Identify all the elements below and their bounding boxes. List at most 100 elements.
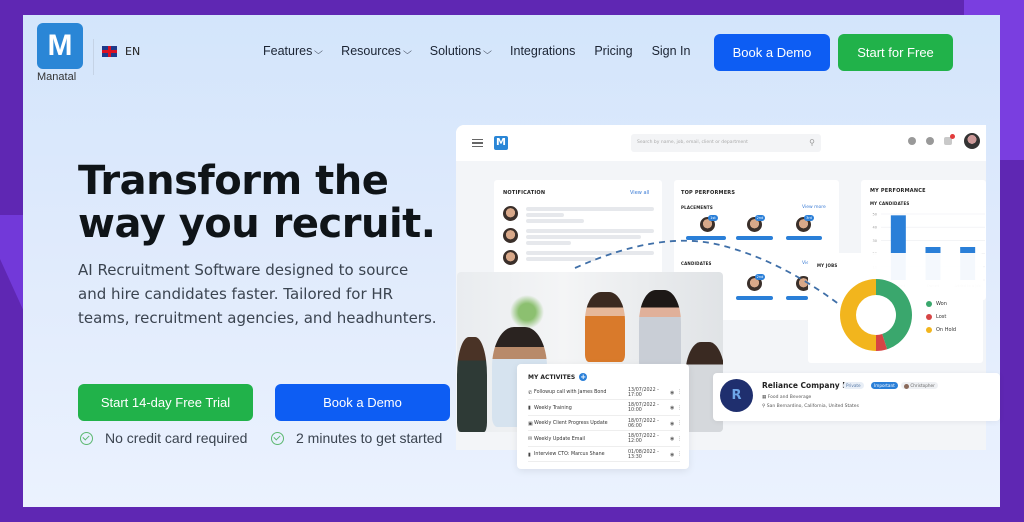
more-options-icon[interactable]: ⋮	[677, 437, 682, 442]
performer-bar	[786, 236, 822, 240]
more-options-icon[interactable]: ⋮	[677, 421, 682, 426]
chart-title: MY PERFORMANCE	[870, 188, 926, 194]
legend-dot	[926, 327, 932, 333]
rank-badge: 3rd	[804, 215, 814, 221]
performer-bar	[736, 236, 773, 240]
view-more-link[interactable]: View more	[802, 205, 826, 210]
candidates-label: CANDIDATES	[681, 261, 712, 266]
nav-item-integrations[interactable]: Integrations	[510, 44, 575, 58]
chevron-down-icon: ⌵	[314, 45, 324, 56]
y-tick-label: 40	[873, 226, 877, 230]
more-options-icon[interactable]: ⋮	[677, 390, 682, 395]
rank-badge: 2nd	[755, 215, 765, 221]
activity-date: 13/07/2022 - 17:00	[628, 387, 659, 398]
performer-bar	[736, 296, 773, 300]
card-title: TOP PERFORMERS	[681, 190, 736, 196]
nav-item-pricing[interactable]: Pricing	[594, 44, 632, 58]
donut-legend: Won Lost On Hold	[926, 301, 956, 340]
chevron-down-icon: ⌵	[402, 45, 412, 56]
activity-date: 01/08/2022 - 13:30	[628, 449, 659, 460]
performer-bar	[686, 236, 726, 240]
eye-icon[interactable]: ◉	[670, 405, 677, 411]
activity-name: Weekly Training	[534, 405, 572, 411]
owner-tag: Christopher	[901, 382, 938, 389]
private-tag: Private	[843, 382, 864, 389]
chart-title: MY JOBS	[817, 263, 838, 268]
language-code: EN	[125, 45, 141, 58]
nav-item-sign-in[interactable]: Sign In	[652, 44, 691, 58]
company-logo: R	[720, 379, 753, 412]
activity-row[interactable]: ▮ Interview CTO: Marcus Shane 01/08/2022 -…	[528, 448, 682, 462]
legend-dot	[926, 314, 932, 320]
company-industry: ▦ Food and Beverage	[762, 395, 811, 400]
activity-date: 18/07/2022 - 12:00	[628, 434, 659, 444]
start-free-button[interactable]: Start for Free	[838, 34, 953, 71]
notification-avatar	[503, 228, 518, 243]
benefit-text: No credit card required	[105, 430, 248, 446]
manatal-logo[interactable]: M	[37, 23, 83, 69]
eye-icon[interactable]: ◉	[670, 436, 677, 442]
y-tick-label: 30	[873, 239, 877, 243]
performer-bar	[786, 296, 808, 300]
activity-name: Weekly Update Email	[534, 436, 586, 442]
brand-name: Manatal	[37, 71, 77, 83]
add-icon[interactable]	[908, 137, 916, 145]
eye-icon[interactable]: ◉	[670, 421, 677, 427]
hero-title-line-2: way you recruit.	[78, 201, 436, 247]
nav-label: Sign In	[651, 44, 691, 58]
nav-label: Pricing	[594, 44, 633, 58]
chevron-down-icon: ⌵	[483, 45, 493, 56]
more-options-icon[interactable]: ⋮	[677, 406, 682, 411]
legend-dot	[926, 301, 932, 307]
activities-card: MY ACTIVITES + ✆ Followup call with James…	[517, 364, 689, 469]
start-trial-button[interactable]: Start 14-day Free Trial	[78, 384, 253, 421]
header-divider	[93, 39, 94, 75]
view-all-link[interactable]: View all	[630, 190, 649, 196]
activity-name: Interview CTO: Marcus Shane	[534, 452, 605, 457]
person-figure	[585, 292, 625, 362]
activity-row[interactable]: ✆ Followup call with James Bond 13/07/2022…	[528, 386, 682, 400]
hero-book-demo-button[interactable]: Book a Demo	[275, 384, 450, 421]
rank-badge: 2nd	[755, 274, 765, 280]
legend-label: On Hold	[936, 327, 957, 333]
notification-bell-icon[interactable]	[944, 134, 955, 145]
dashboard-search-input[interactable]: Search by name, job, email, client or de…	[631, 134, 821, 152]
nav-item-solutions[interactable]: Solutions ⌵	[430, 44, 493, 58]
my-jobs-card: MY JOBS Won Lost On Hold	[808, 253, 983, 363]
hero-title-line-1: Transform the	[78, 158, 389, 204]
activity-date: 18/07/2022 - 06:00	[628, 418, 659, 429]
plant-decoration	[507, 292, 547, 332]
owner-name: Christopher	[910, 383, 935, 388]
activity-row[interactable]: ✉ Weekly Update Email 18/07/2022 - 12:00 ◉ ⋮	[528, 433, 682, 447]
activity-row[interactable]: ▮ Weekly Training 18/07/2022 - 10:00 ◉ ⋮	[528, 402, 682, 416]
eye-icon[interactable]: ◉	[670, 452, 677, 458]
language-selector[interactable]: EN	[102, 45, 140, 58]
eye-icon[interactable]: ◉	[670, 390, 677, 396]
company-location: ⚲ San Bernardino, California, United Sta…	[762, 404, 859, 409]
jobs-donut-chart	[840, 279, 912, 351]
industry-text: Food and Beverage	[767, 395, 812, 400]
book-demo-button[interactable]: Book a Demo	[714, 34, 830, 71]
activity-name: Weekly Client Progress Update	[534, 421, 608, 426]
benefit-quick-start: 2 minutes to get started	[271, 430, 442, 446]
help-icon[interactable]	[926, 137, 934, 145]
activity-row[interactable]: ▣ Weekly Client Progress Update 18/07/2022…	[528, 417, 682, 431]
add-activity-icon[interactable]: +	[579, 373, 588, 381]
location-text: San Bernardino, California, United State…	[766, 404, 859, 409]
benefit-text: 2 minutes to get started	[296, 430, 443, 446]
person-figure	[457, 337, 487, 432]
legend-label: Won	[936, 301, 947, 307]
activities-title: MY ACTIVITES +	[528, 373, 588, 381]
nav-item-resources[interactable]: Resources ⌵	[341, 44, 412, 58]
more-options-icon[interactable]: ⋮	[677, 452, 682, 457]
activity-name: Followup call with James Bond	[534, 390, 607, 395]
hamburger-menu-icon[interactable]	[472, 139, 483, 147]
legend-label: Lost	[936, 314, 947, 320]
user-avatar[interactable]	[964, 133, 980, 149]
placements-label: PLACEMENTS	[681, 205, 713, 210]
uk-flag-icon	[102, 46, 117, 57]
main-nav: Features ⌵ Resources ⌵ Solutions ⌵ Integration…	[263, 44, 709, 58]
company-card[interactable]: R Reliance Company Ltd. Private Importan…	[713, 373, 1000, 421]
nav-item-features[interactable]: Features ⌵	[263, 44, 324, 58]
legend-item: Lost	[926, 314, 956, 320]
